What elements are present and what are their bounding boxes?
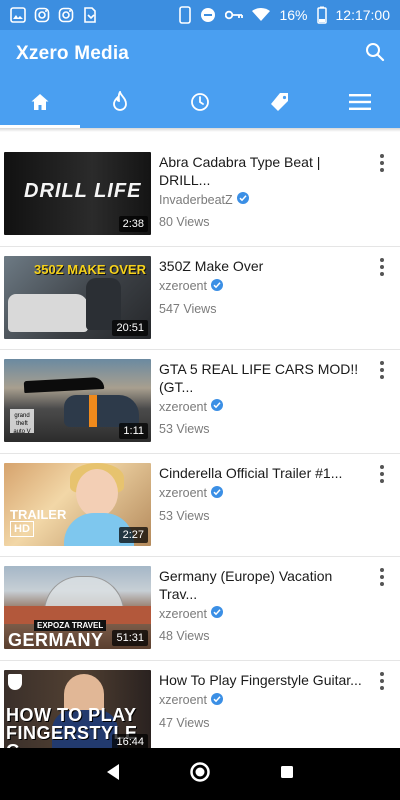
search-icon [365, 42, 385, 67]
recents-icon [279, 764, 295, 785]
list-item[interactable]: grand theft auto V 1:11 GTA 5 REAL LIFE … [0, 350, 400, 454]
tab-history[interactable] [160, 80, 240, 128]
video-thumbnail[interactable]: DRILL LIFE 2:38 [4, 152, 151, 235]
thumbnail-jet [23, 376, 105, 394]
menu-icon [349, 93, 371, 115]
tag-icon [269, 91, 291, 118]
view-count: 53 Views [159, 422, 210, 436]
channel-name[interactable]: xzeroent [159, 485, 223, 501]
verified-icon [210, 399, 223, 414]
thumbnail-badge [8, 673, 22, 690]
channel-name[interactable]: xzeroent [159, 692, 223, 708]
channel-label: xzeroent [159, 693, 207, 707]
dnd-icon [200, 7, 216, 23]
key-icon [225, 9, 244, 21]
instagram-icon [58, 7, 74, 23]
video-title[interactable]: 350Z Make Over [159, 257, 364, 275]
fire-icon [111, 89, 129, 118]
video-title[interactable]: How To Play Fingerstyle Guitar... [159, 671, 364, 689]
channel-name[interactable]: xzeroent [159, 399, 223, 414]
list-item[interactable]: DRILL LIFE 2:38 Abra Cadabra Type Beat |… [0, 143, 400, 247]
home-button[interactable] [186, 760, 214, 788]
tab-bar [0, 80, 400, 128]
channel-name[interactable]: xzeroent [159, 606, 223, 621]
more-options-button[interactable] [376, 464, 388, 489]
phone-icon [179, 6, 192, 24]
status-bar: 16% 12:17:00 [0, 0, 400, 30]
video-thumbnail[interactable]: 350Z MAKE OVER 20:51 [4, 255, 151, 339]
app-bar: Xzero Media [0, 30, 400, 80]
view-count: 547 Views [159, 301, 217, 316]
more-options-button[interactable] [376, 361, 388, 385]
back-icon [105, 763, 121, 786]
verified-icon [236, 192, 249, 207]
list-item[interactable]: 350Z MAKE OVER 20:51 350Z Make Over xzer… [0, 247, 400, 350]
channel-label: InvaderbeatZ [159, 192, 233, 207]
verified-icon [210, 485, 223, 501]
video-thumbnail[interactable]: HOW TO PLAY FINGERSTYLE G 16:44 [4, 669, 151, 753]
home-icon [30, 92, 50, 117]
thumbnail-hd-badge: HD [10, 520, 34, 537]
channel-name[interactable]: InvaderbeatZ [159, 192, 249, 207]
video-title[interactable]: Germany (Europe) Vacation Trav... [159, 567, 364, 603]
thumbnail-text: DRILL LIFE [24, 180, 142, 202]
channel-name[interactable]: xzeroent [159, 278, 223, 294]
tab-menu[interactable] [320, 80, 400, 128]
video-title[interactable]: Cinderella Official Trailer #1... [159, 464, 364, 482]
back-button[interactable] [99, 760, 127, 788]
thumbnail-logo: grand theft auto V [10, 409, 34, 435]
channel-label: xzeroent [159, 279, 207, 293]
thumbnail-car [8, 293, 88, 332]
tab-tags[interactable] [240, 80, 320, 128]
thumbnail-text: TRAILER [10, 506, 67, 522]
view-count: 80 Views [159, 215, 210, 229]
view-count: 47 Views [159, 715, 210, 730]
app-title: Xzero Media [16, 43, 130, 64]
video-thumbnail[interactable]: TRAILER HD 2:27 [4, 462, 151, 546]
image-icon [10, 7, 26, 23]
recents-button[interactable] [273, 760, 301, 788]
duration-badge: 1:11 [119, 423, 148, 439]
video-list: DRILL LIFE 2:38 Abra Cadabra Type Beat |… [0, 143, 400, 764]
wifi-icon [252, 8, 271, 22]
system-nav-bar [0, 748, 400, 800]
video-title[interactable]: GTA 5 REAL LIFE CARS MOD!! (GT... [159, 360, 364, 396]
battery-text: 16% [279, 7, 308, 23]
duration-badge: 51:31 [112, 630, 148, 646]
duration-badge: 2:27 [118, 526, 148, 543]
view-count: 48 Views [159, 629, 210, 643]
channel-label: xzeroent [159, 486, 207, 500]
thumbnail-text: GERMANY [8, 630, 104, 649]
view-count: 53 Views [159, 508, 210, 523]
duration-badge: 20:51 [112, 319, 148, 336]
video-thumbnail[interactable]: grand theft auto V 1:11 [4, 359, 151, 442]
verified-icon [210, 278, 223, 294]
list-item[interactable]: TRAILER HD 2:27 Cinderella Official Trai… [0, 454, 400, 557]
more-options-button[interactable] [376, 671, 388, 696]
thumbnail-face [76, 468, 118, 517]
search-button[interactable] [362, 41, 388, 67]
thumbnail-text: 350Z MAKE OVER [34, 261, 146, 277]
battery-icon [316, 6, 327, 24]
file-icon [82, 7, 98, 23]
video-thumbnail[interactable]: EXPOZA TRAVEL GERMANY 51:31 [4, 566, 151, 649]
clock-time: 12:17:00 [335, 7, 391, 23]
more-options-button[interactable] [376, 568, 388, 592]
home-circle-icon [189, 761, 211, 788]
clock-icon [190, 92, 210, 117]
channel-label: xzeroent [159, 399, 207, 414]
thumbnail-stripe [89, 395, 97, 427]
tab-home[interactable] [0, 80, 80, 128]
channel-label: xzeroent [159, 606, 207, 621]
video-title[interactable]: Abra Cadabra Type Beat | DRILL... [159, 153, 364, 189]
list-item[interactable]: EXPOZA TRAVEL GERMANY 51:31 Germany (Eur… [0, 557, 400, 661]
verified-icon [210, 692, 223, 708]
tab-trending[interactable] [80, 80, 160, 128]
duration-badge: 2:38 [118, 216, 148, 232]
verified-icon [210, 606, 223, 621]
more-options-button[interactable] [376, 154, 388, 178]
more-options-button[interactable] [376, 257, 388, 282]
instagram-icon [34, 7, 50, 23]
tab-shadow [0, 128, 400, 132]
